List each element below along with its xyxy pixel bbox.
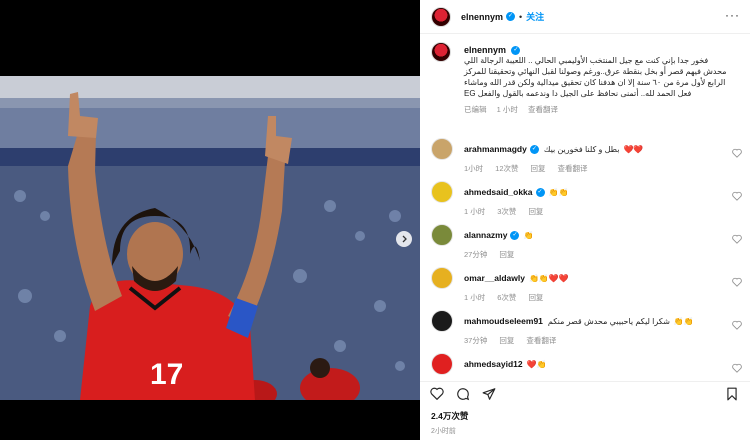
comment-meta-item: 27分钟 (464, 250, 488, 260)
comment-body: mahmoudseleem91 شكرا ليكم ياحبيبي محدش قص… (464, 316, 724, 346)
carousel-next-button[interactable] (396, 231, 412, 247)
comment-meta: 37分钟 回复 查看翻译 (464, 335, 724, 346)
caption-avatar[interactable] (431, 42, 451, 62)
verified-badge-icon: ✓ (510, 231, 520, 241)
post-time: 2小时前 (431, 428, 456, 435)
comment-body: arahmanmagdy ✓ بطل و كلنا فخورين بيك ❤️❤️ 1小… (464, 144, 724, 174)
comment-meta: 27分钟 回复 (464, 249, 724, 260)
chevron-right-icon (402, 235, 407, 243)
verified-badge-icon: ✓ (529, 145, 539, 155)
svg-text:17: 17 (150, 358, 183, 391)
comment-meta-item[interactable]: 12次赞 (495, 164, 518, 173)
commenter-avatar[interactable] (431, 138, 453, 160)
comment-meta-item[interactable]: 查看翻译 (526, 336, 556, 345)
heart-icon[interactable] (732, 234, 742, 244)
follow-button[interactable]: 关注 (526, 10, 544, 23)
comment-body: ahmedsaid_okka ✓ 👏👏 1 小时 3次赞 回复 (464, 187, 724, 217)
commenter-avatar[interactable] (431, 310, 453, 332)
comment-icon[interactable] (456, 387, 470, 401)
comment-body: omar__aldawly 👏👏❤️❤️ 1 小时 6次赞 回复 (464, 273, 724, 303)
comment-meta-item[interactable]: 6次赞 (497, 293, 516, 302)
author-username[interactable]: elnennym (461, 12, 503, 22)
comment-item: arahmanmagdy ✓ بطل و كلنا فخورين بيك ❤️❤️ 1小… (420, 138, 750, 181)
heart-icon[interactable] (430, 387, 444, 400)
commenter-username[interactable]: arahmanmagdy (464, 144, 527, 154)
send-icon[interactable] (482, 387, 496, 401)
caption-username[interactable]: elnennym (464, 45, 506, 55)
commenter-avatar[interactable] (431, 224, 453, 246)
translate-link[interactable]: 查看翻译 (528, 105, 558, 114)
caption-text: فخور جدا بإني كنت مع جيل المنتخب الأوليم… (464, 56, 727, 99)
comment-emojis: ❤️❤️ (623, 145, 644, 154)
comment-item: mahmoudseleem91 شكرا ليكم ياحبيبي محدش قص… (420, 310, 750, 353)
heart-icon[interactable] (732, 320, 742, 330)
comment-emojis: 👏👏❤️❤️ (528, 274, 569, 283)
action-bar (420, 381, 750, 405)
comment-meta: 1 小时 6次赞 回复 (464, 292, 724, 303)
comment-meta-item[interactable]: 查看翻译 (558, 164, 588, 173)
caption-time: 1 小时 (496, 105, 518, 115)
bookmark-icon[interactable] (726, 387, 738, 401)
comment-meta-item[interactable]: 回复 (528, 293, 543, 302)
commenter-avatar[interactable] (431, 353, 453, 375)
comment-emojis: 👏👏 (548, 188, 569, 197)
comment-emojis: 👏👏 (673, 317, 694, 326)
heart-icon[interactable] (732, 191, 742, 201)
comment-meta-item[interactable]: 3次赞 (497, 207, 516, 216)
verified-badge-icon: ✓ (506, 12, 516, 21)
verified-badge-icon: ✓ (511, 46, 521, 56)
separator-dot: • (519, 11, 523, 22)
comment-body: alannazmy ✓ 👏 27分钟 回复 (464, 230, 724, 260)
post-photo: 17 (0, 76, 420, 400)
commenter-avatar[interactable] (431, 267, 453, 289)
comment-meta-item: 1 小时 (464, 207, 486, 217)
comment-body: ahmedsayid12 ❤️👏 (464, 359, 724, 369)
edited-label: 已编辑 (464, 105, 487, 115)
comment-emojis: ❤️👏 (526, 360, 547, 369)
comment-meta-item[interactable]: 回复 (531, 164, 546, 173)
comment-meta-item: 1小时 (464, 164, 484, 174)
comment-item: omar__aldawly 👏👏❤️❤️ 1 小时 6次赞 回复 (420, 267, 750, 310)
comment-text: بطل و كلنا فخورين بيك (543, 145, 620, 154)
comments-list: arahmanmagdy ✓ بطل و كلنا فخورين بيك ❤️❤️ 1小… (420, 138, 750, 378)
commenter-avatar[interactable] (431, 181, 453, 203)
comment-item: alannazmy ✓ 👏 27分钟 回复 (420, 224, 750, 267)
comment-meta-item: 37分钟 (464, 336, 488, 345)
verified-badge-icon: ✓ (535, 188, 545, 198)
caption-meta: 已编辑 1 小时 查看翻译 (464, 104, 732, 115)
media-pane: 17 (0, 0, 420, 440)
commenter-username[interactable]: omar__aldawly (464, 273, 525, 283)
comment-meta: 1小时 12次赞 回复 查看翻译 (464, 163, 724, 174)
comment-text: شكرا ليكم ياحبيبي محدش قصر منكم (547, 317, 670, 326)
commenter-username[interactable]: mahmoudseleem91 (464, 316, 543, 326)
comment-meta-item[interactable]: 回复 (499, 336, 514, 345)
post-side-panel: elnennym ✓ • 关注 ··· elnennym ✓ فخور جدا … (420, 0, 750, 440)
heart-icon[interactable] (732, 148, 742, 158)
commenter-username[interactable]: ahmedsayid12 (464, 359, 523, 369)
post-header: elnennym ✓ • 关注 ··· (420, 0, 750, 34)
likes-count[interactable]: 2.4万次赞 (431, 410, 468, 422)
comment-item: ahmedsaid_okka ✓ 👏👏 1 小时 3次赞 回复 (420, 181, 750, 224)
more-icon[interactable]: ··· (725, 8, 740, 22)
heart-icon[interactable] (732, 363, 742, 373)
heart-icon[interactable] (732, 277, 742, 287)
commenter-username[interactable]: ahmedsaid_okka (464, 187, 533, 197)
author-avatar[interactable] (431, 6, 451, 27)
comment-item: ahmedsayid12 ❤️👏 (420, 353, 750, 378)
comment-meta-item[interactable]: 回复 (499, 250, 514, 259)
comment-meta-item: 1 小时 (464, 293, 486, 302)
comment-emojis: 👏 (523, 231, 534, 240)
comment-meta: 1 小时 3次赞 回复 (464, 206, 724, 217)
comment-meta-item[interactable]: 回复 (528, 207, 543, 216)
commenter-username[interactable]: alannazmy (464, 230, 507, 240)
